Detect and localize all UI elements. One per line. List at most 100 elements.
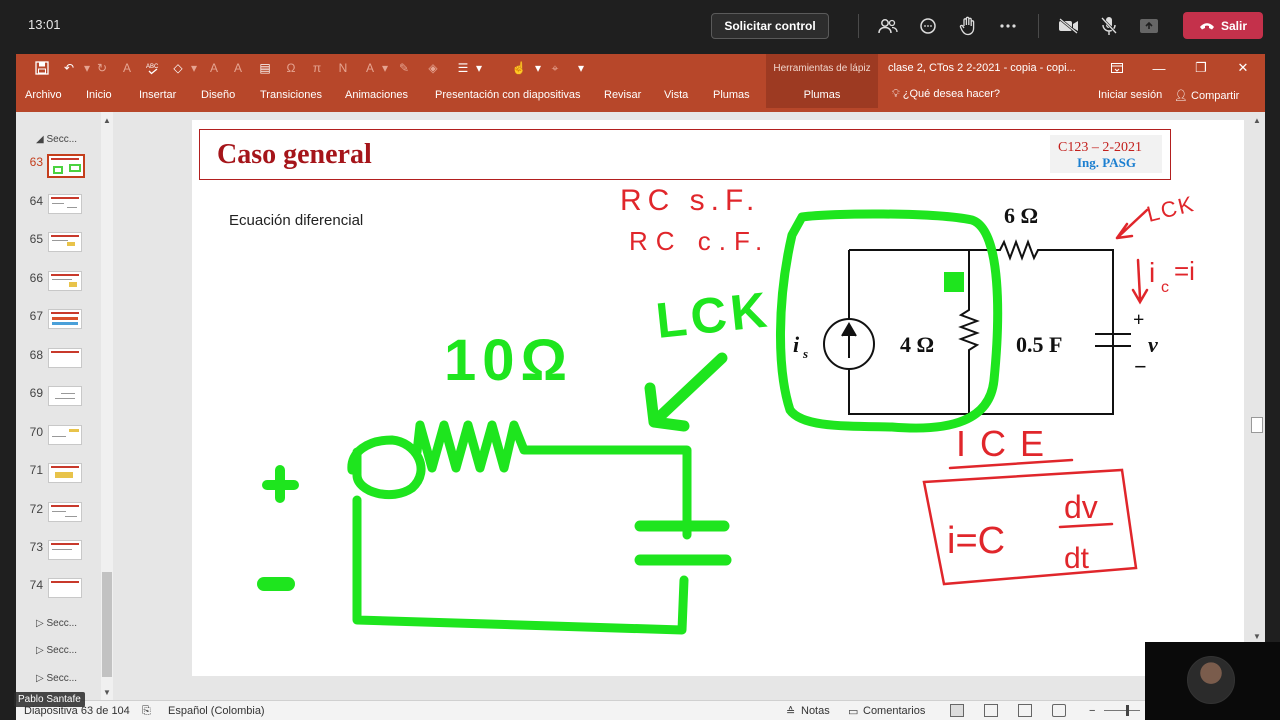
normal-text-icon[interactable]: N	[334, 59, 352, 77]
sign-in-link[interactable]: Iniciar sesión	[1098, 89, 1162, 101]
font-color-icon[interactable]: A	[118, 59, 136, 77]
circuit-diagram	[823, 239, 1131, 415]
participant-video-tile[interactable]	[1145, 642, 1280, 720]
section-header[interactable]: ▷ Secc...	[36, 618, 77, 629]
grow-font-icon[interactable]: A	[205, 59, 223, 77]
section-expanded-icon: ◢	[36, 134, 47, 145]
more-options-icon[interactable]	[996, 14, 1020, 38]
minimize-icon[interactable]: —	[1148, 58, 1170, 78]
tab-inicio[interactable]: Inicio	[86, 89, 112, 101]
slide-canvas[interactable]: Caso general C123 – 2-2021 Ing. PASG Ecu…	[192, 120, 1244, 676]
red-down-arrow	[1131, 258, 1149, 305]
customize-icon[interactable]: ⌖	[546, 59, 564, 77]
slide-thumbnail[interactable]	[47, 154, 85, 178]
spellcheck-icon[interactable]: ⎘	[142, 705, 151, 718]
quick-access-toolbar: ↶ ▾ ↻ A ABC ◇ ▾ A A ▤ Ω π N A ▾ ✎ ◈ ☰ ▾ …	[16, 54, 1265, 108]
slide-number: 68	[29, 348, 43, 362]
tab-presentacion[interactable]: Presentación con diapositivas	[435, 89, 581, 101]
equation-omega-icon[interactable]: Ω	[282, 59, 300, 77]
undo-icon[interactable]: ↶	[60, 59, 78, 77]
shapes-dropdown-icon[interactable]: ▾	[185, 59, 203, 77]
slideshow-icon[interactable]	[1052, 704, 1066, 717]
line-weight-dropdown-icon[interactable]: ▾	[470, 59, 488, 77]
tab-vista[interactable]: Vista	[664, 89, 688, 101]
slide-thumbnail[interactable]	[48, 578, 82, 598]
redo-icon[interactable]: ↻	[93, 59, 111, 77]
tab-diseno[interactable]: Diseño	[201, 89, 235, 101]
zoom-slider-thumb[interactable]	[1126, 705, 1129, 716]
slide-number: 73	[29, 540, 43, 554]
camera-off-icon[interactable]	[1057, 14, 1081, 38]
slide-thumbnail[interactable]	[48, 463, 82, 483]
leave-meeting-button[interactable]: Salir	[1183, 12, 1263, 39]
toolbar-divider	[1038, 14, 1039, 38]
green-lck-label: LCK	[653, 281, 773, 349]
tell-me-search[interactable]: 💡︎ ¿Qué desea hacer?	[892, 88, 1000, 101]
slide-thumbnail[interactable]	[48, 271, 82, 291]
maximize-icon[interactable]: ❐	[1190, 58, 1212, 78]
section-header[interactable]: ▷ Secc...	[36, 645, 77, 656]
customize-qat-icon[interactable]: ▾	[572, 59, 590, 77]
normal-view-icon[interactable]	[950, 704, 964, 717]
spelling-icon[interactable]: ABC	[144, 59, 162, 77]
tab-plumas[interactable]: Plumas	[713, 89, 750, 101]
slide-thumbnail[interactable]	[48, 309, 82, 329]
scroll-thumb[interactable]	[102, 572, 112, 677]
section-header[interactable]: ◢ Secc...	[36, 134, 77, 145]
notes-button[interactable]: Notas	[801, 705, 830, 717]
slide-thumbnail[interactable]	[48, 386, 82, 406]
section-header[interactable]: ▷ Secc...	[36, 673, 77, 684]
green-plus	[262, 465, 299, 503]
textbox-icon[interactable]: ▤	[256, 59, 274, 77]
slide-thumbnail[interactable]	[48, 232, 82, 252]
raise-hand-icon[interactable]	[956, 14, 980, 38]
highlighter-icon[interactable]: ✎	[395, 59, 413, 77]
tab-transiciones[interactable]: Transiciones	[260, 89, 322, 101]
participants-icon[interactable]	[876, 14, 900, 38]
close-icon[interactable]: ✕	[1232, 58, 1254, 78]
save-icon[interactable]	[33, 59, 51, 77]
reading-view-icon[interactable]	[1018, 704, 1032, 717]
scroll-down-icon[interactable]: ▼	[101, 686, 113, 698]
touch-dropdown-icon[interactable]: ▾	[529, 59, 547, 77]
tab-revisar[interactable]: Revisar	[604, 89, 641, 101]
slide-thumbnail[interactable]	[48, 502, 82, 522]
touch-mode-icon[interactable]: ☝	[510, 59, 528, 77]
slide-scrollbar[interactable]: ▲ ▼	[1249, 112, 1265, 700]
comments-button[interactable]: Comentarios	[863, 705, 925, 717]
fill-icon[interactable]: ◈	[424, 59, 442, 77]
mic-off-icon[interactable]	[1097, 14, 1121, 38]
request-control-button[interactable]: Solicitar control	[711, 13, 829, 39]
scroll-up-icon[interactable]: ▲	[101, 114, 113, 126]
red-arrow	[1115, 208, 1149, 240]
resistor-6-label: 6 Ω	[1004, 203, 1038, 228]
equation-pi-icon[interactable]: π	[308, 59, 326, 77]
section-label: Secc...	[46, 134, 78, 145]
slide-thumbnail[interactable]	[48, 540, 82, 560]
comments-icon[interactable]: ▭	[848, 705, 858, 718]
zoom-slider[interactable]	[1104, 710, 1140, 711]
participant-avatar	[1187, 656, 1235, 704]
tab-archivo[interactable]: Archivo	[25, 89, 62, 101]
status-bar: Diapositiva 63 de 104 ⎘ Español (Colombi…	[16, 700, 1265, 720]
slide-sorter-icon[interactable]	[984, 704, 998, 717]
chat-icon[interactable]	[916, 14, 940, 38]
thumbnails-scrollbar[interactable]: ▲ ▼	[101, 112, 113, 700]
slide-thumbnail[interactable]	[48, 348, 82, 368]
scroll-thumb[interactable]	[1251, 417, 1263, 433]
share-screen-icon[interactable]	[1137, 14, 1161, 38]
participant-name-tag: Pablo Santafe	[14, 692, 85, 707]
tab-animaciones[interactable]: Animaciones	[345, 89, 408, 101]
notes-icon[interactable]: ≙	[786, 705, 795, 718]
tab-insertar[interactable]: Insertar	[139, 89, 176, 101]
slide-thumbnail[interactable]	[48, 194, 82, 214]
ribbon-display-icon[interactable]	[1106, 58, 1128, 78]
shrink-font-icon[interactable]: A	[229, 59, 247, 77]
slide-thumbnail[interactable]	[48, 425, 82, 445]
scroll-down-icon[interactable]: ▼	[1251, 630, 1263, 642]
share-button[interactable]: 👤︎ Compartir	[1174, 89, 1239, 102]
text-color-dropdown-icon[interactable]: ▾	[376, 59, 394, 77]
language-indicator[interactable]: Español (Colombia)	[168, 705, 265, 717]
zoom-out-icon[interactable]: −	[1089, 705, 1095, 717]
scroll-up-icon[interactable]: ▲	[1251, 114, 1263, 126]
